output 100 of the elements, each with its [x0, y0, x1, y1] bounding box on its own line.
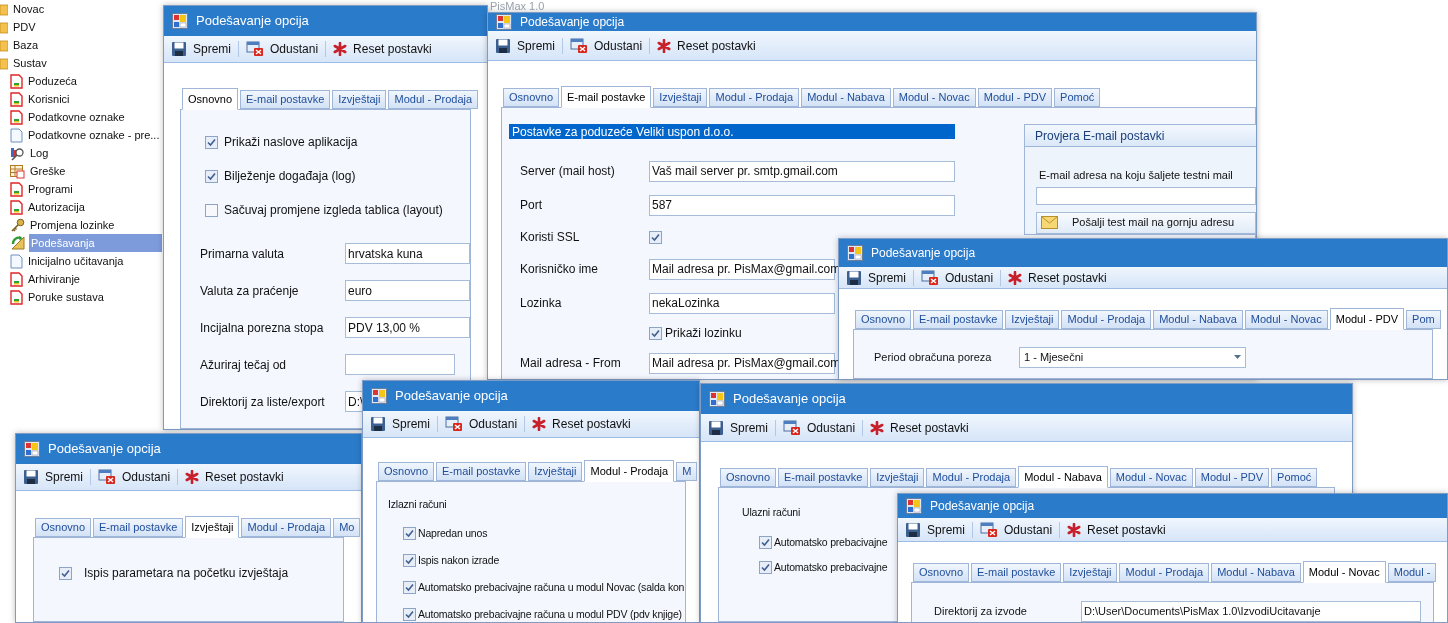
tree-item[interactable]: Poruke sustava: [26, 288, 162, 306]
tab[interactable]: Pomoć: [1054, 88, 1101, 107]
checkbox[interactable]: [403, 527, 416, 540]
tree-item[interactable]: Greške: [28, 162, 162, 180]
tab[interactable]: E-mail postavke: [436, 462, 527, 481]
tab[interactable]: Modul - Nabava: [801, 88, 891, 107]
tree-item[interactable]: Inicijalno učitavanja: [26, 252, 162, 270]
tab[interactable]: Izvještaji: [1005, 310, 1060, 329]
input-field[interactable]: 587: [649, 194, 955, 216]
toolbar-button[interactable]: Reset postavki: [1005, 267, 1110, 288]
toolbar-button[interactable]: Odustani: [243, 36, 322, 62]
tab[interactable]: Izvještaji: [870, 468, 925, 487]
toolbar-button[interactable]: Reset postavki: [654, 31, 759, 60]
toolbar-button[interactable]: Spremi: [843, 267, 909, 288]
tab[interactable]: Modul - PDV: [977, 88, 1053, 107]
toolbar-button[interactable]: Spremi: [705, 414, 771, 441]
toolbar-button[interactable]: Reset postavki: [330, 36, 435, 62]
input-field[interactable]: [1036, 186, 1256, 205]
toolbar-button[interactable]: Spremi: [367, 411, 433, 437]
tab[interactable]: Modul - Prodaja: [241, 518, 332, 537]
tab[interactable]: Izvještaji: [528, 462, 583, 481]
tree-item[interactable]: Sustav: [11, 54, 162, 72]
tab[interactable]: E-mail postavke: [240, 90, 331, 109]
tree-item[interactable]: Baza: [11, 36, 162, 54]
checkbox[interactable]: [59, 566, 72, 580]
tree-item[interactable]: Arhiviranje: [26, 270, 162, 288]
input-field[interactable]: D:\User\Documents\PisMax 1.0\IzvodiUcitavanje: [1081, 600, 1421, 622]
dropdown[interactable]: 1 - Mjesečni: [1019, 346, 1246, 368]
checkbox[interactable]: [649, 230, 662, 244]
tab[interactable]: E-mail postavke: [561, 86, 652, 108]
tab[interactable]: Izvještaji: [185, 516, 240, 538]
toolbar-button[interactable]: Spremi: [168, 36, 234, 62]
tab[interactable]: Osnovno: [182, 88, 239, 110]
tree-item[interactable]: Autorizacija: [26, 198, 162, 216]
checkbox[interactable]: [205, 169, 218, 183]
tree-item[interactable]: Novac: [11, 0, 162, 18]
tab[interactable]: Izvještaji: [332, 90, 387, 109]
tab[interactable]: Modul - Prodaja: [926, 468, 1017, 487]
input-field[interactable]: nekaLozinka: [649, 292, 835, 314]
tree-item[interactable]: Podatkovne oznake - pre...: [26, 126, 162, 144]
tab[interactable]: Pom: [1406, 310, 1441, 329]
tab[interactable]: Mo: [333, 518, 361, 537]
tab[interactable]: Osnovno: [913, 563, 970, 582]
input-field[interactable]: euro: [345, 280, 470, 301]
tab[interactable]: E-mail postavke: [93, 518, 184, 537]
tab[interactable]: Osnovno: [855, 310, 912, 329]
tree-item[interactable]: Promjena lozinke: [28, 216, 162, 234]
tree-item[interactable]: Korisnici: [26, 90, 162, 108]
tab[interactable]: Modul -: [1387, 563, 1437, 582]
tab[interactable]: Pomoć: [1271, 468, 1318, 487]
tab[interactable]: Osnovno: [720, 468, 777, 487]
checkbox[interactable]: [205, 203, 218, 217]
tab[interactable]: Modul - Novac: [1244, 310, 1328, 329]
tab[interactable]: E-mail postavke: [971, 563, 1062, 582]
tab[interactable]: Modul - Prodaja: [1119, 563, 1210, 582]
tab[interactable]: Osnovno: [503, 88, 560, 107]
tree-item[interactable]: Poduzeća: [26, 72, 162, 90]
tab[interactable]: Modul - Novac: [1302, 561, 1386, 583]
tab[interactable]: Izvještaji: [653, 88, 708, 107]
tab[interactable]: Osnovno: [378, 462, 435, 481]
toolbar-button[interactable]: Reset postavki: [1064, 518, 1169, 541]
send-test-button[interactable]: Pošalji test mail na gornju adresu: [1036, 211, 1256, 234]
tab[interactable]: Modul - PDV: [1329, 308, 1405, 330]
checkbox[interactable]: [403, 554, 416, 567]
tree-item[interactable]: Podatkovne oznake: [26, 108, 162, 126]
checkbox[interactable]: [759, 536, 772, 549]
toolbar-button[interactable]: Odustani: [567, 31, 646, 60]
tab[interactable]: Modul - Novac: [1109, 468, 1193, 487]
tab[interactable]: Modul - Prodaja: [584, 460, 675, 482]
tab[interactable]: Modul - Prodaja: [388, 90, 479, 109]
toolbar-button[interactable]: Odustani: [442, 411, 521, 437]
toolbar-button[interactable]: Reset postavki: [529, 411, 634, 437]
tab[interactable]: Modul - Novac: [892, 88, 976, 107]
toolbar-button[interactable]: Odustani: [918, 267, 997, 288]
toolbar-button[interactable]: Odustani: [780, 414, 859, 441]
tab[interactable]: Modul - Nabava: [1018, 466, 1108, 488]
checkbox[interactable]: [649, 326, 662, 340]
tab[interactable]: Modul - Prodaja: [709, 88, 800, 107]
tab[interactable]: M: [676, 462, 698, 481]
tab[interactable]: Modul - PDV: [1194, 468, 1270, 487]
toolbar-button[interactable]: Odustani: [95, 464, 174, 490]
tree-item[interactable]: PDV: [11, 18, 162, 36]
tab[interactable]: Izvještaji: [1063, 563, 1118, 582]
toolbar-button[interactable]: Odustani: [977, 518, 1056, 541]
checkbox[interactable]: [403, 608, 416, 621]
checkbox[interactable]: [403, 581, 416, 594]
input-field[interactable]: [345, 354, 455, 375]
toolbar-button[interactable]: Reset postavki: [182, 464, 287, 490]
toolbar-button[interactable]: Spremi: [902, 518, 968, 541]
checkbox[interactable]: [205, 135, 218, 149]
input-field[interactable]: hrvatska kuna: [345, 243, 470, 264]
checkbox[interactable]: [759, 561, 772, 574]
input-field[interactable]: Vaš mail server pr. smtp.gmail.com: [649, 160, 955, 182]
tab[interactable]: Modul - Nabava: [1211, 563, 1301, 582]
toolbar-button[interactable]: Reset postavki: [867, 414, 972, 441]
tree-item[interactable]: Programi: [26, 180, 162, 198]
tab[interactable]: Osnovno: [35, 518, 92, 537]
input-field[interactable]: PDV 13,00 %: [345, 317, 470, 338]
toolbar-button[interactable]: Spremi: [20, 464, 86, 490]
tab[interactable]: E-mail postavke: [913, 310, 1004, 329]
